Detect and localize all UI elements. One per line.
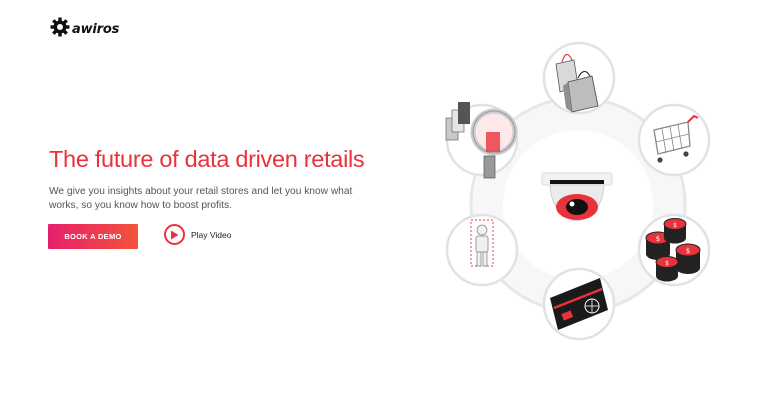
coin-symbol: $ xyxy=(686,247,690,255)
person-detection-icon xyxy=(445,213,519,287)
shopping-cart-icon xyxy=(637,103,711,177)
coin-symbol: $ xyxy=(656,235,660,243)
hero-headline: The future of data driven retails xyxy=(49,146,365,172)
hero-subline: We give you insights about your retail s… xyxy=(49,186,353,211)
coin-symbol: $ xyxy=(673,222,677,229)
coins-icon: $ $ $ $ xyxy=(637,213,711,287)
play-video-label: Play Video xyxy=(191,229,232,240)
gear-logo-icon xyxy=(50,17,70,36)
play-icon xyxy=(164,224,185,245)
brand-logo[interactable]: awiros xyxy=(50,16,119,37)
coin-symbol: $ xyxy=(665,260,669,267)
brand-name: awiros xyxy=(72,22,120,37)
credit-card-icon xyxy=(542,267,616,341)
magnifier-products-icon xyxy=(445,102,519,179)
retail-illustration: $ $ $ $ xyxy=(445,41,711,341)
play-video-link[interactable]: Play Video xyxy=(164,224,231,245)
book-demo-button[interactable]: BOOK A DEMO xyxy=(48,224,138,249)
shopping-bags-icon xyxy=(542,41,616,115)
